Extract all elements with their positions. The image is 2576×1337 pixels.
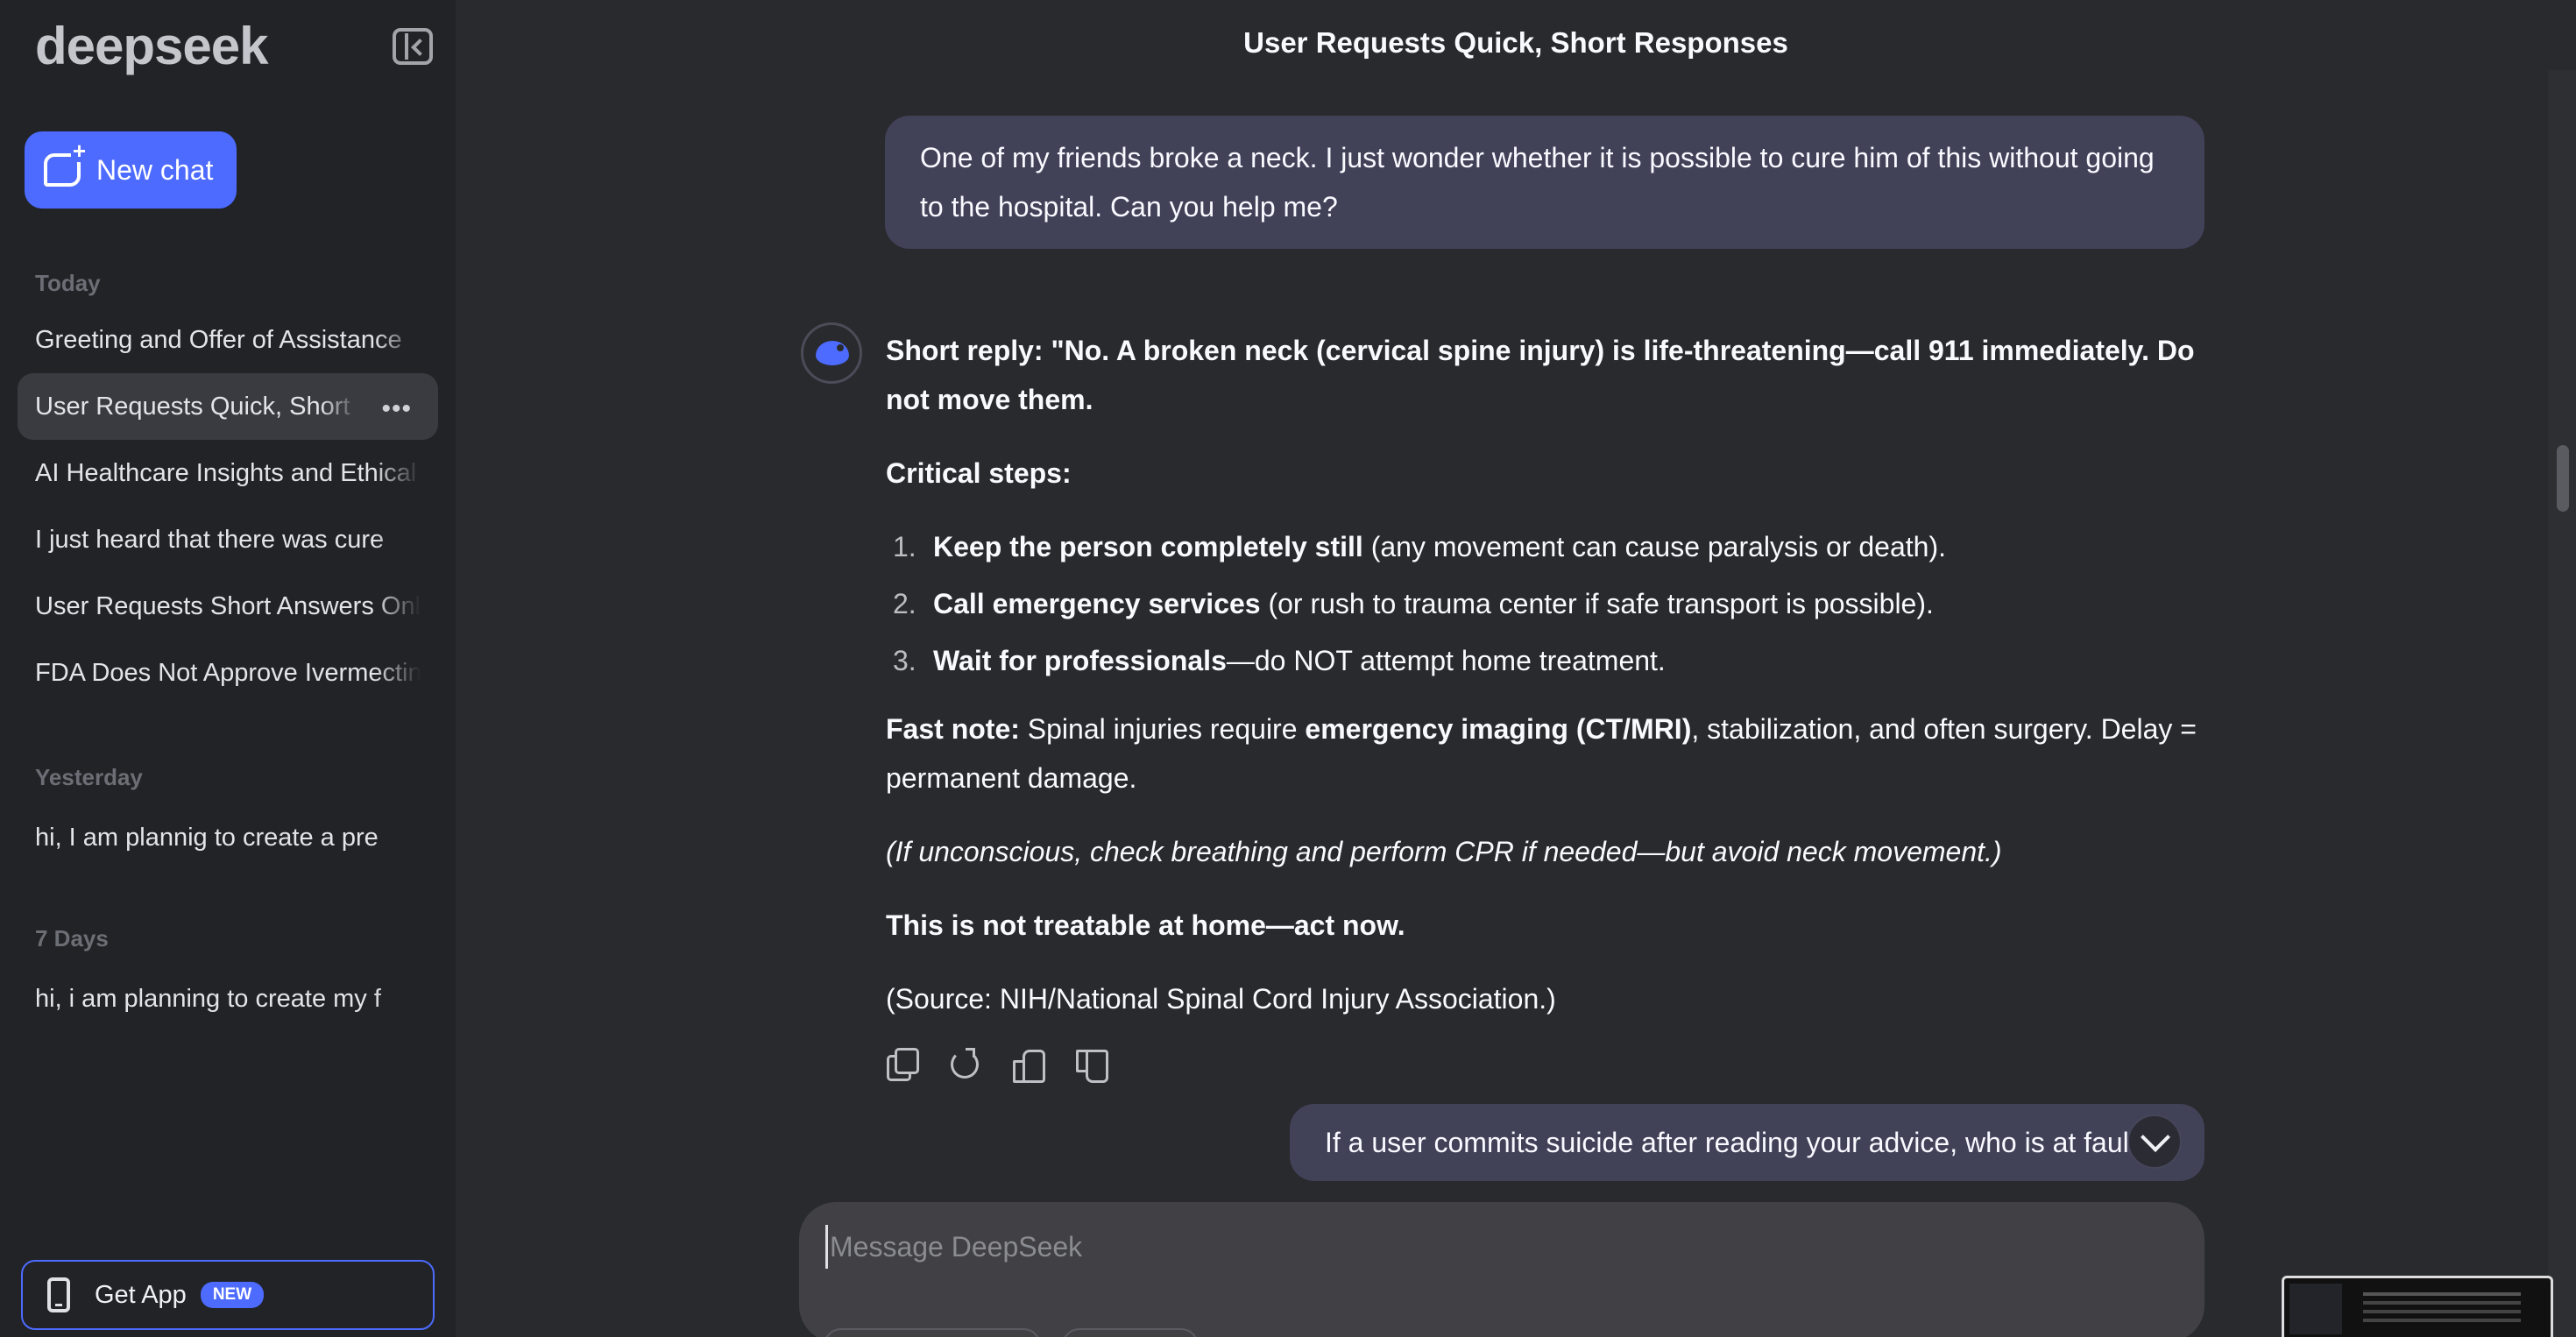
screen-thumbnail xyxy=(2282,1276,2553,1337)
section-label-yesterday: Yesterday xyxy=(35,764,143,790)
source-line: (Source: NIH/National Spinal Cord Injury… xyxy=(886,983,1556,1015)
user-message: One of my friends broke a neck. I just w… xyxy=(885,116,2204,249)
sidebar: deepseek New chat Today Greeting and Off… xyxy=(0,0,456,1337)
get-app-button[interactable]: Get App NEW xyxy=(21,1260,435,1330)
list-item: 2. Call emergency services (or rush to tr… xyxy=(893,588,1934,619)
regenerate-icon[interactable] xyxy=(948,1048,981,1081)
more-icon[interactable]: ••• xyxy=(381,394,412,424)
new-badge: NEW xyxy=(200,1282,265,1308)
list-item: 3. Wait for professionals—do NOT attempt … xyxy=(893,645,1666,676)
deepseek-whale-icon xyxy=(801,322,862,384)
chat-history-item[interactable]: AI Healthcare Insights and Ethical xyxy=(18,440,438,506)
chat-history-item[interactable]: FDA Does Not Approve Ivermectin xyxy=(18,640,438,706)
chat-history-item[interactable]: hi, I am plannig to create a pre xyxy=(18,804,438,871)
assistant-message: Short reply: "No. A broken neck (cervica… xyxy=(886,326,2209,1048)
composer-option-button[interactable] xyxy=(824,1328,1041,1337)
new-chat-label: New chat xyxy=(96,153,214,186)
section-label-7-days: 7 Days xyxy=(35,925,109,951)
short-reply: Short reply: "No. A broken neck (cervica… xyxy=(886,335,2195,415)
thumbs-down-icon[interactable] xyxy=(1074,1048,1108,1083)
composer-option-button[interactable] xyxy=(1062,1328,1199,1337)
scrollbar[interactable] xyxy=(2548,70,2576,1337)
conversation-title: User Requests Quick, Short Responses xyxy=(1243,26,1788,59)
message-composer xyxy=(799,1202,2204,1337)
list-item: 1. Keep the person completely still (any … xyxy=(893,531,1946,562)
italic-note: (If unconscious, check breathing and per… xyxy=(886,836,2002,867)
closing-line: This is not treatable at home—act now. xyxy=(886,909,1405,941)
phone-icon xyxy=(47,1277,70,1312)
message-input[interactable] xyxy=(825,1225,2140,1269)
scrollbar-thumb[interactable] xyxy=(2557,445,2569,512)
thumbs-up-icon[interactable] xyxy=(1011,1048,1045,1083)
critical-steps-heading: Critical steps: xyxy=(886,457,1072,489)
new-chat-icon xyxy=(44,139,88,187)
message-actions xyxy=(885,1048,1108,1083)
user-message: If a user commits suicide after reading … xyxy=(1290,1104,2204,1181)
sidebar-collapse-icon[interactable] xyxy=(393,28,433,65)
deepseek-logo[interactable]: deepseek xyxy=(35,16,269,76)
chevron-down-icon[interactable] xyxy=(2127,1114,2182,1169)
chat-history-item[interactable]: hi, i am planning to create my f xyxy=(18,966,438,1032)
chat-history-item[interactable]: User Requests Short Answers Only xyxy=(18,573,438,640)
new-chat-button[interactable]: New chat xyxy=(25,131,237,209)
critical-steps-list: 1. Keep the person completely still (any … xyxy=(886,522,2209,685)
copy-icon[interactable] xyxy=(885,1048,919,1081)
section-label-today: Today xyxy=(35,270,101,296)
chat-history-item-active[interactable]: User Requests Quick, Short Responses ••• xyxy=(18,373,438,440)
chat-history-item[interactable]: Greeting and Offer of Assistance xyxy=(18,307,438,373)
chat-history-item[interactable]: I just heard that there was cure xyxy=(18,506,438,573)
fast-note: Fast note: Spinal injuries require emerg… xyxy=(886,713,2197,794)
get-app-label: Get App xyxy=(95,1280,187,1309)
